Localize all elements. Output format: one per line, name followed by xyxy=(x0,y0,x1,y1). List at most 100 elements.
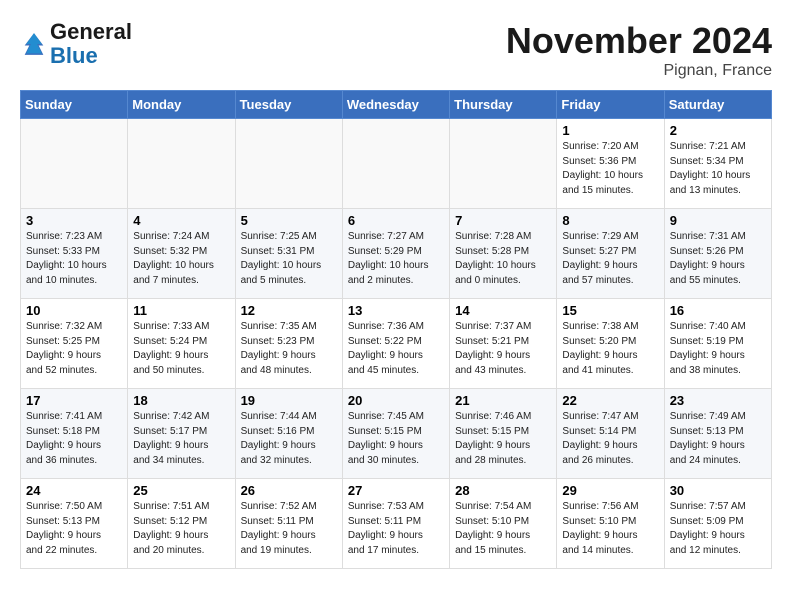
day-number: 8 xyxy=(562,213,658,228)
day-info: Sunrise: 7:50 AM Sunset: 5:13 PM Dayligh… xyxy=(26,500,122,558)
day-info: Sunrise: 7:31 AM Sunset: 5:26 PM Dayligh… xyxy=(670,230,766,288)
calendar-day-cell: 9 Sunrise: 7:31 AM Sunset: 5:26 PM Daylig… xyxy=(664,209,771,299)
calendar-day-cell: 5Sunrise: 7:25 AM Sunset: 5:31 PM Daylig… xyxy=(235,209,342,299)
day-info: Sunrise: 7:53 AM Sunset: 5:11 PM Dayligh… xyxy=(348,500,444,558)
calendar-day-cell: 22Sunrise: 7:47 AM Sunset: 5:14 PM Dayli… xyxy=(557,389,664,479)
calendar-table: SundayMondayTuesdayWednesdayThursdayFrid… xyxy=(20,90,772,569)
calendar-day-cell: 3Sunrise: 7:23 AM Sunset: 5:33 PM Daylig… xyxy=(21,209,128,299)
calendar-day-cell: 16 Sunrise: 7:40 AM Sunset: 5:19 PM Dayli… xyxy=(664,299,771,389)
calendar-day-cell: 11 Sunrise: 7:33 AM Sunset: 5:24 PM Dayli… xyxy=(128,299,235,389)
day-number: 19 xyxy=(241,393,337,408)
day-of-week-header: Sunday xyxy=(21,91,128,119)
day-info: Sunrise: 7:41 AM Sunset: 5:18 PM Dayligh… xyxy=(26,410,122,468)
page-header: General Blue November 2024 Pignan, Franc… xyxy=(20,20,772,80)
day-number: 25 xyxy=(133,483,229,498)
day-info: Sunrise: 7:57 AM Sunset: 5:09 PM Dayligh… xyxy=(670,500,766,558)
day-info: Sunrise: 7:38 AM Sunset: 5:20 PM Dayligh… xyxy=(562,320,658,378)
calendar-day-cell: 27Sunrise: 7:53 AM Sunset: 5:11 PM Dayli… xyxy=(342,479,449,569)
day-info: Sunrise: 7:36 AM Sunset: 5:22 PM Dayligh… xyxy=(348,320,444,378)
day-number: 1 xyxy=(562,123,658,138)
month-title: November 2024 xyxy=(506,20,772,62)
calendar-day-cell: 28Sunrise: 7:54 AM Sunset: 5:10 PM Dayli… xyxy=(450,479,557,569)
day-number: 22 xyxy=(562,393,658,408)
calendar-day-cell xyxy=(21,119,128,209)
day-info: Sunrise: 7:40 AM Sunset: 5:19 PM Dayligh… xyxy=(670,320,766,378)
day-number: 20 xyxy=(348,393,444,408)
calendar-day-cell: 12 Sunrise: 7:35 AM Sunset: 5:23 PM Dayli… xyxy=(235,299,342,389)
calendar-day-cell: 17 Sunrise: 7:41 AM Sunset: 5:18 PM Dayli… xyxy=(21,389,128,479)
calendar-day-cell: 2Sunrise: 7:21 AM Sunset: 5:34 PM Daylig… xyxy=(664,119,771,209)
day-number: 9 xyxy=(670,213,766,228)
logo: General Blue xyxy=(20,20,132,68)
calendar-day-cell: 18 Sunrise: 7:42 AM Sunset: 5:17 PM Dayli… xyxy=(128,389,235,479)
calendar-week-row: 1 Sunrise: 7:20 AM Sunset: 5:36 PM Daylig… xyxy=(21,119,772,209)
calendar-day-cell: 13 Sunrise: 7:36 AM Sunset: 5:22 PM Dayli… xyxy=(342,299,449,389)
day-number: 3 xyxy=(26,213,122,228)
day-number: 14 xyxy=(455,303,551,318)
day-info: Sunrise: 7:25 AM Sunset: 5:31 PM Dayligh… xyxy=(241,230,337,288)
calendar-day-cell xyxy=(235,119,342,209)
calendar-week-row: 24 Sunrise: 7:50 AM Sunset: 5:13 PM Dayli… xyxy=(21,479,772,569)
day-info: Sunrise: 7:32 AM Sunset: 5:25 PM Dayligh… xyxy=(26,320,122,378)
calendar-day-cell: 15 Sunrise: 7:38 AM Sunset: 5:20 PM Dayli… xyxy=(557,299,664,389)
logo-text: General Blue xyxy=(50,20,132,68)
calendar-week-row: 3Sunrise: 7:23 AM Sunset: 5:33 PM Daylig… xyxy=(21,209,772,299)
day-info: Sunrise: 7:29 AM Sunset: 5:27 PM Dayligh… xyxy=(562,230,658,288)
day-number: 12 xyxy=(241,303,337,318)
calendar-day-cell: 20Sunrise: 7:45 AM Sunset: 5:15 PM Dayli… xyxy=(342,389,449,479)
day-info: Sunrise: 7:46 AM Sunset: 5:15 PM Dayligh… xyxy=(455,410,551,468)
day-number: 23 xyxy=(670,393,766,408)
calendar-day-cell: 10 Sunrise: 7:32 AM Sunset: 5:25 PM Dayli… xyxy=(21,299,128,389)
calendar-day-cell xyxy=(342,119,449,209)
day-info: Sunrise: 7:49 AM Sunset: 5:13 PM Dayligh… xyxy=(670,410,766,468)
location: Pignan, France xyxy=(506,62,772,80)
day-number: 2 xyxy=(670,123,766,138)
day-number: 11 xyxy=(133,303,229,318)
day-number: 18 xyxy=(133,393,229,408)
calendar-day-cell: 14Sunrise: 7:37 AM Sunset: 5:21 PM Dayli… xyxy=(450,299,557,389)
day-info: Sunrise: 7:33 AM Sunset: 5:24 PM Dayligh… xyxy=(133,320,229,378)
title-block: November 2024 Pignan, France xyxy=(506,20,772,80)
day-of-week-header: Friday xyxy=(557,91,664,119)
calendar-day-cell: 29 Sunrise: 7:56 AM Sunset: 5:10 PM Dayli… xyxy=(557,479,664,569)
day-number: 17 xyxy=(26,393,122,408)
day-info: Sunrise: 7:51 AM Sunset: 5:12 PM Dayligh… xyxy=(133,500,229,558)
day-of-week-header: Thursday xyxy=(450,91,557,119)
day-info: Sunrise: 7:28 AM Sunset: 5:28 PM Dayligh… xyxy=(455,230,551,288)
day-number: 28 xyxy=(455,483,551,498)
day-number: 15 xyxy=(562,303,658,318)
calendar-day-cell: 26 Sunrise: 7:52 AM Sunset: 5:11 PM Dayli… xyxy=(235,479,342,569)
day-number: 13 xyxy=(348,303,444,318)
day-info: Sunrise: 7:24 AM Sunset: 5:32 PM Dayligh… xyxy=(133,230,229,288)
day-number: 10 xyxy=(26,303,122,318)
day-info: Sunrise: 7:42 AM Sunset: 5:17 PM Dayligh… xyxy=(133,410,229,468)
calendar-day-cell: 23 Sunrise: 7:49 AM Sunset: 5:13 PM Dayli… xyxy=(664,389,771,479)
day-info: Sunrise: 7:20 AM Sunset: 5:36 PM Dayligh… xyxy=(562,140,658,198)
calendar-day-cell: 1 Sunrise: 7:20 AM Sunset: 5:36 PM Daylig… xyxy=(557,119,664,209)
logo-icon xyxy=(20,30,48,58)
calendar-header-row: SundayMondayTuesdayWednesdayThursdayFrid… xyxy=(21,91,772,119)
calendar-day-cell xyxy=(128,119,235,209)
day-info: Sunrise: 7:52 AM Sunset: 5:11 PM Dayligh… xyxy=(241,500,337,558)
calendar-day-cell xyxy=(450,119,557,209)
day-number: 6 xyxy=(348,213,444,228)
day-of-week-header: Saturday xyxy=(664,91,771,119)
day-number: 7 xyxy=(455,213,551,228)
day-number: 16 xyxy=(670,303,766,318)
calendar-day-cell: 4 Sunrise: 7:24 AM Sunset: 5:32 PM Daylig… xyxy=(128,209,235,299)
calendar-day-cell: 19Sunrise: 7:44 AM Sunset: 5:16 PM Dayli… xyxy=(235,389,342,479)
day-number: 4 xyxy=(133,213,229,228)
day-number: 26 xyxy=(241,483,337,498)
logo-blue: Blue xyxy=(50,43,98,68)
calendar-day-cell: 8 Sunrise: 7:29 AM Sunset: 5:27 PM Daylig… xyxy=(557,209,664,299)
calendar-day-cell: 6Sunrise: 7:27 AM Sunset: 5:29 PM Daylig… xyxy=(342,209,449,299)
logo-general: General xyxy=(50,19,132,44)
day-number: 29 xyxy=(562,483,658,498)
day-info: Sunrise: 7:56 AM Sunset: 5:10 PM Dayligh… xyxy=(562,500,658,558)
calendar-week-row: 17 Sunrise: 7:41 AM Sunset: 5:18 PM Dayli… xyxy=(21,389,772,479)
day-number: 24 xyxy=(26,483,122,498)
day-of-week-header: Monday xyxy=(128,91,235,119)
day-of-week-header: Tuesday xyxy=(235,91,342,119)
calendar-day-cell: 25 Sunrise: 7:51 AM Sunset: 5:12 PM Dayli… xyxy=(128,479,235,569)
day-info: Sunrise: 7:35 AM Sunset: 5:23 PM Dayligh… xyxy=(241,320,337,378)
